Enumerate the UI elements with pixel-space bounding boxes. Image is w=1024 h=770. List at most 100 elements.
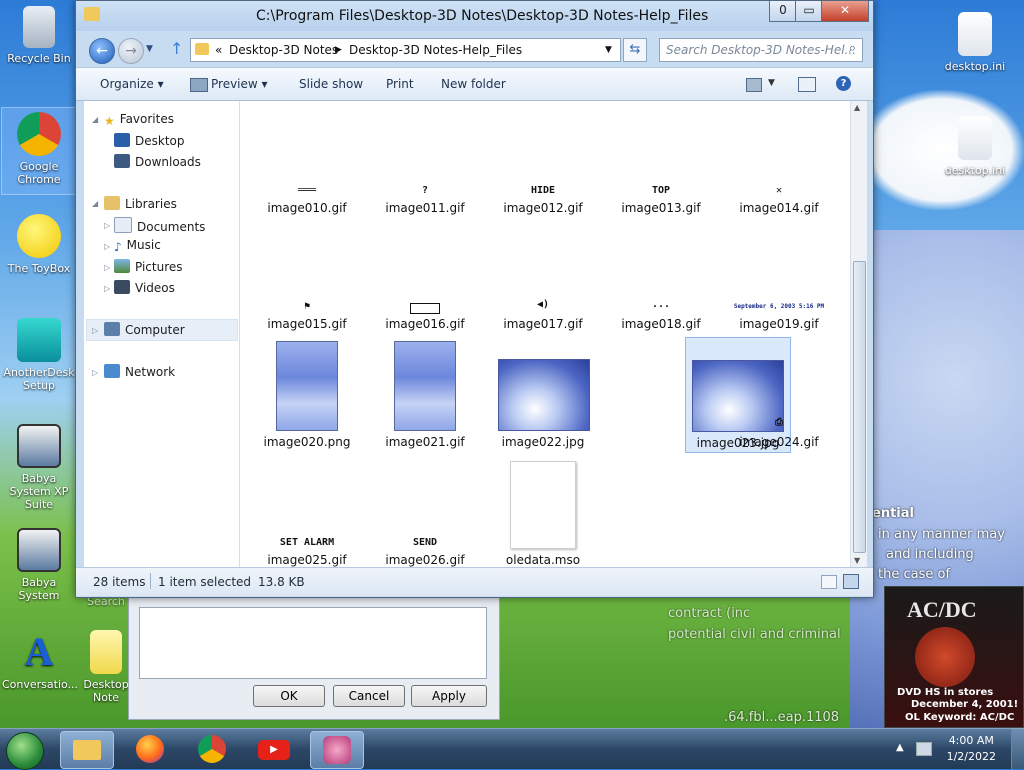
- desktop-icon-label: The ToyBox: [7, 262, 71, 275]
- details-view-icon[interactable]: [821, 575, 837, 589]
- print-button[interactable]: Print: [386, 77, 414, 91]
- preview-pane-icon[interactable]: [798, 77, 816, 92]
- taskbar-chrome[interactable]: [186, 731, 238, 767]
- address-bar[interactable]: « Desktop-3D Notes ▶ Desktop-3D Notes-He…: [190, 38, 621, 62]
- file-item[interactable]: ⎙ image024.gif: [726, 417, 832, 453]
- desktop-icon-desktop-ini[interactable]: desktop.ini: [938, 116, 1012, 177]
- tray-expand-icon[interactable]: ▲: [896, 742, 904, 753]
- ok-button[interactable]: OK: [253, 685, 325, 707]
- taskbar-explorer[interactable]: [60, 731, 114, 769]
- up-arrow-icon[interactable]: ↑: [170, 39, 183, 58]
- desktop-text: ential: [872, 506, 914, 521]
- show-desktop-button[interactable]: [1011, 729, 1024, 769]
- file-name: image012.gif: [503, 201, 583, 215]
- desktop-icon-google-chrome[interactable]: Google Chrome: [1, 107, 77, 195]
- apply-button[interactable]: Apply: [411, 685, 487, 707]
- search-input[interactable]: Search Desktop-3D Notes-Hel... ⌕: [659, 38, 863, 62]
- expand-icon[interactable]: ▷: [92, 326, 98, 335]
- desktop-icon-desktop-notes[interactable]: Desktop Note: [78, 630, 134, 704]
- desktop-icon-label: Desktop Note: [83, 678, 129, 704]
- nav-network[interactable]: Network: [104, 364, 175, 379]
- cancel-button[interactable]: Cancel: [333, 685, 405, 707]
- file-item[interactable]: ... image018.gif: [608, 299, 714, 335]
- file-item[interactable]: ◀) image017.gif: [490, 299, 596, 335]
- search-icon[interactable]: ⌕: [849, 41, 856, 56]
- file-item[interactable]: ? image011.gif: [372, 183, 478, 219]
- music-icon: ♪: [114, 240, 122, 254]
- expand-icon[interactable]: ▷: [104, 221, 110, 230]
- scrollbar-thumb[interactable]: [853, 261, 866, 553]
- taskbar-youtube[interactable]: ▶: [248, 731, 300, 767]
- collapse-icon[interactable]: ◢: [92, 199, 98, 208]
- file-item[interactable]: September 6, 2003 5:16 PM image019.gif: [726, 299, 832, 335]
- file-item[interactable]: ═══ image010.gif: [254, 183, 360, 219]
- scroll-up-arrow-icon[interactable]: ▲: [854, 103, 860, 112]
- vertical-scrollbar[interactable]: ▲ ▼: [850, 101, 867, 567]
- file-item[interactable]: image016.gif: [372, 299, 478, 335]
- desktop-text: in any manner may: [878, 527, 1005, 542]
- nav-downloads[interactable]: Downloads: [114, 154, 201, 169]
- desktop-icon-anotherdesk[interactable]: AnotherDesk Setup: [2, 318, 76, 392]
- taskbar-toybox[interactable]: [310, 731, 364, 769]
- back-button[interactable]: ←: [89, 38, 115, 64]
- view-options-dropdown[interactable]: ▼: [768, 78, 775, 88]
- forward-button[interactable]: →: [118, 38, 144, 64]
- expand-icon[interactable]: ▷: [104, 263, 110, 272]
- dialog-text-area[interactable]: [139, 607, 487, 679]
- file-item[interactable]: TOP image013.gif: [608, 183, 714, 219]
- nav-libraries[interactable]: Libraries: [104, 196, 177, 211]
- desktop-icon-babya-system[interactable]: Babya System: [2, 528, 76, 602]
- breadcrumb-desktop-3d-notes[interactable]: Desktop-3D Notes: [229, 43, 338, 57]
- breadcrumb-help-files[interactable]: Desktop-3D Notes-Help_Files: [349, 43, 522, 57]
- expand-icon[interactable]: ▷: [104, 242, 110, 251]
- collapse-icon[interactable]: ◢: [92, 115, 98, 124]
- start-button[interactable]: [6, 732, 44, 770]
- new-folder-button[interactable]: New folder: [441, 77, 506, 91]
- taskbar-firefox[interactable]: [124, 731, 176, 767]
- nav-documents[interactable]: Documents: [114, 217, 205, 234]
- recent-pages-dropdown[interactable]: ▼: [146, 44, 153, 54]
- help-icon[interactable]: ?: [836, 76, 851, 91]
- nav-favorites[interactable]: ★ Favorites: [104, 112, 174, 128]
- organize-menu[interactable]: Organize ▾: [100, 77, 164, 91]
- file-item[interactable]: SET ALARM image025.gif: [254, 535, 360, 571]
- file-item[interactable]: ✕ image014.gif: [726, 183, 832, 219]
- preview-menu[interactable]: Preview ▾: [211, 77, 268, 91]
- nav-pictures[interactable]: Pictures: [114, 259, 183, 274]
- title-bar[interactable]: C:\Program Files\Desktop-3D Notes\Deskto…: [76, 1, 873, 31]
- file-item[interactable]: SEND image026.gif: [372, 535, 478, 571]
- large-icons-view-icon[interactable]: [843, 574, 859, 589]
- nav-computer[interactable]: Computer: [104, 322, 185, 337]
- desktop-icon-desktop-ini[interactable]: desktop.ini: [938, 12, 1012, 73]
- expand-icon[interactable]: ▷: [92, 368, 98, 377]
- desktop-icon: [114, 133, 130, 147]
- refresh-button[interactable]: ⇆: [623, 38, 647, 62]
- nav-music[interactable]: ♪ Music: [114, 238, 161, 254]
- desktop-text: contract (inc: [668, 606, 751, 621]
- desktop-icon-conversation[interactable]: A Conversatio...: [2, 630, 78, 692]
- nav-desktop[interactable]: Desktop: [114, 133, 185, 148]
- scroll-down-arrow-icon[interactable]: ▼: [854, 556, 860, 565]
- maximize-button[interactable]: ▭: [795, 1, 823, 22]
- change-view-icon[interactable]: [746, 78, 762, 92]
- file-item[interactable]: image022.jpg: [490, 339, 596, 453]
- slideshow-button[interactable]: Slide show: [299, 77, 363, 91]
- desktop-icon-babya-suite[interactable]: Babya System XP Suite: [2, 424, 76, 511]
- network-tray-icon[interactable]: [916, 742, 932, 756]
- file-item[interactable]: image021.gif: [372, 339, 478, 453]
- breadcrumb-overflow[interactable]: «: [215, 43, 222, 57]
- expand-icon[interactable]: ▷: [104, 284, 110, 293]
- nav-videos[interactable]: Videos: [114, 280, 175, 295]
- close-button[interactable]: ✕: [821, 1, 869, 22]
- desktop-icon-recycle-bin[interactable]: Recycle Bin: [2, 6, 76, 65]
- file-item[interactable]: HIDE image012.gif: [490, 183, 596, 219]
- address-dropdown-icon[interactable]: ▼: [605, 45, 612, 55]
- address-row: ← → ▼ ↑ « Desktop-3D Notes ▶ Desktop-3D …: [76, 34, 873, 64]
- desktop-icon-toybox[interactable]: The ToyBox: [2, 214, 76, 275]
- file-item[interactable]: oledata.mso: [490, 461, 596, 571]
- file-item[interactable]: ⚑ image015.gif: [254, 299, 360, 335]
- file-item[interactable]: image020.png: [254, 339, 360, 453]
- minimize-button[interactable]: 0: [769, 1, 797, 22]
- breadcrumb-separator-icon[interactable]: ▶: [335, 45, 342, 55]
- system-clock[interactable]: 4:00 AM 1/2/2022: [947, 733, 996, 765]
